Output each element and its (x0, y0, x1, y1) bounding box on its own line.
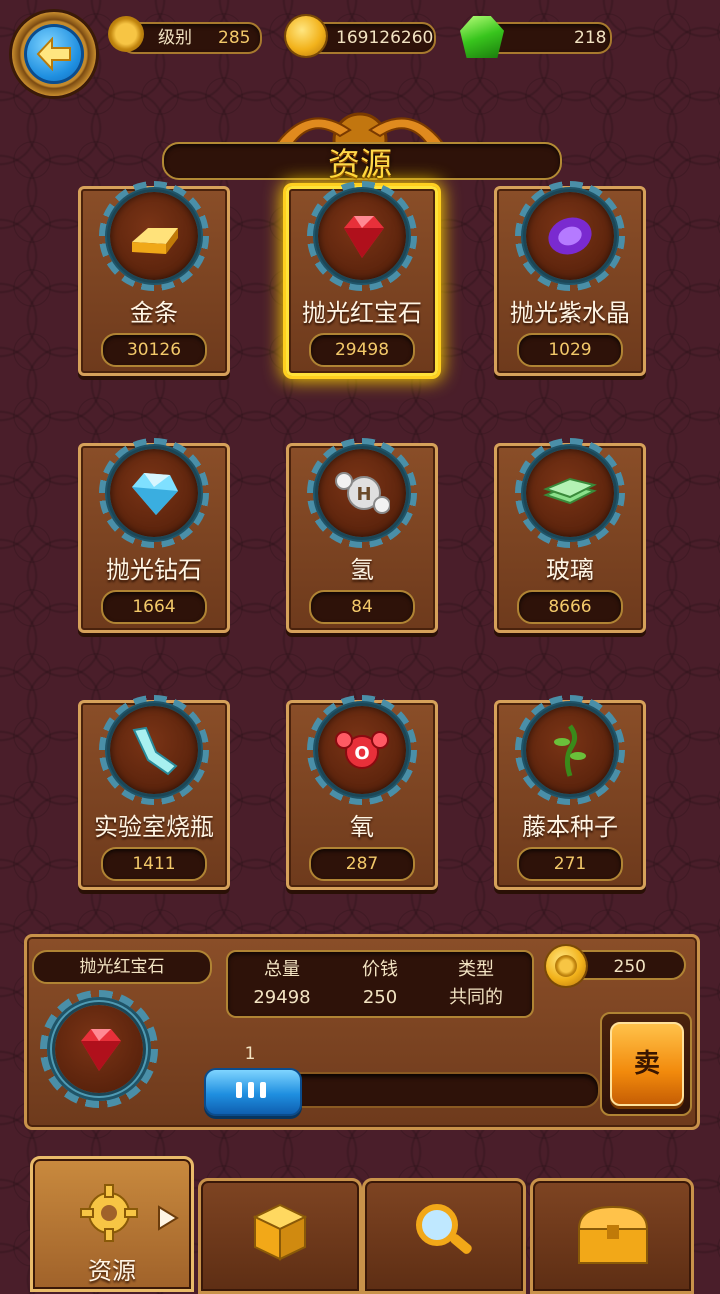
resource-card-oxygen[interactable]: O 氧 287 (286, 695, 438, 890)
resource-card-hydrogen[interactable]: H 氢 84 (286, 438, 438, 633)
resource-name: 氧 (350, 813, 374, 841)
page-title: 资源 (327, 145, 392, 183)
type-value: 共同的 (449, 987, 503, 1008)
resource-card-glass[interactable]: 玻璃 8666 (494, 438, 646, 633)
resource-name: 金条 (130, 299, 178, 327)
gold-coin-icon (546, 946, 586, 986)
level-label: 级别 (158, 28, 192, 48)
total-label: 总量 (264, 959, 300, 980)
dice-box-icon (252, 1203, 308, 1261)
resource-card-vine-seed[interactable]: 藤本种子 271 (494, 695, 646, 890)
resource-count: 29498 (309, 333, 415, 367)
gold-bar-icon (132, 228, 178, 254)
resource-name: 玻璃 (546, 556, 594, 584)
resource-name: 藤本种子 (522, 813, 618, 841)
resource-count: 287 (309, 847, 415, 881)
ruby-icon (81, 1029, 121, 1071)
resource-card-amethyst[interactable]: 抛光紫水晶 1029 (494, 181, 646, 376)
sell-button-label: 卖 (610, 1022, 684, 1106)
svg-text:H: H (356, 484, 371, 505)
price-label: 价钱 (362, 959, 398, 980)
selected-item-badge (40, 990, 158, 1108)
resource-count: 271 (517, 847, 623, 881)
resource-card-ruby[interactable]: 抛光红宝石 29498 (286, 181, 438, 376)
gear-icon (555, 955, 577, 977)
tab-chest[interactable] (530, 1178, 694, 1294)
oxygen-molecule-icon: O (335, 731, 389, 769)
gold-coin-icon (286, 16, 326, 56)
resource-count: 84 (309, 590, 415, 624)
type-label: 类型 (458, 959, 494, 980)
selected-item-name: 抛光红宝石 (32, 950, 212, 984)
amethyst-icon (548, 217, 592, 255)
ruby-icon (344, 216, 384, 258)
resource-name: 抛光紫水晶 (510, 299, 630, 327)
total-value: 29498 (253, 987, 311, 1008)
resource-count: 1411 (101, 847, 207, 881)
lab-flask-icon (132, 726, 178, 776)
back-button[interactable] (12, 12, 96, 96)
coins-value: 169126260 (336, 28, 434, 48)
tab-label: 资源 (88, 1257, 136, 1285)
quantity-value: 1 (244, 1044, 256, 1064)
play-arrow-icon (158, 1205, 179, 1231)
price-value: 250 (362, 987, 398, 1008)
treasure-chest-icon (577, 1205, 649, 1264)
resource-name: 抛光钻石 (106, 556, 202, 584)
tab-search[interactable] (362, 1178, 526, 1294)
sell-price-value: 250 (613, 957, 646, 977)
gear-icon (108, 16, 144, 52)
back-arrow-icon (36, 37, 71, 71)
resource-card-diamond[interactable]: 抛光钻石 1664 (78, 438, 230, 633)
gems-pill: 218 (484, 22, 612, 54)
resource-count: 1664 (101, 590, 207, 624)
resource-name: 氢 (350, 556, 374, 584)
resource-card-gold-bar[interactable]: 金条 30126 (78, 181, 230, 376)
resource-name: 抛光红宝石 (302, 299, 422, 327)
svg-text:O: O (354, 743, 369, 764)
quantity-slider-handle[interactable] (204, 1068, 302, 1116)
magnifier-icon (416, 1204, 472, 1254)
resource-count: 30126 (101, 333, 207, 367)
diamond-icon (132, 473, 178, 515)
gear-icon (80, 1184, 138, 1242)
resource-count: 1029 (517, 333, 623, 367)
resource-count: 8666 (517, 590, 623, 624)
resource-name: 实验室烧瓶 (94, 813, 214, 841)
glass-panes-icon (543, 477, 597, 505)
hydrogen-molecule-icon: H (335, 472, 390, 514)
sell-button[interactable]: 卖 (600, 1012, 692, 1116)
gems-value: 218 (574, 28, 607, 48)
tab-resources[interactable]: 资源 (30, 1156, 194, 1292)
item-info-box: 总量 29498 价钱 250 类型 共同的 (226, 950, 534, 1018)
level-value: 285 (218, 28, 251, 48)
resource-card-lab-flask[interactable]: 实验室烧瓶 1411 (78, 695, 230, 890)
vine-seed-icon (554, 724, 586, 777)
tab-dice-box[interactable] (198, 1178, 362, 1294)
